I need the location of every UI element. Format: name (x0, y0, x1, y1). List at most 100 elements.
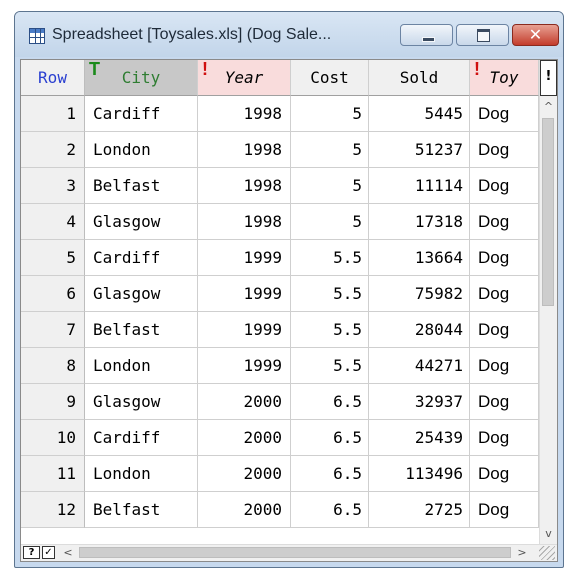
table-row[interactable]: 11 London 2000 6.5 113496 Dog (21, 456, 539, 492)
cell-year[interactable]: 1999 (198, 276, 291, 312)
cell-sold[interactable]: 113496 (369, 456, 470, 492)
cell-city[interactable]: Glasgow (85, 276, 198, 312)
cell-sold[interactable]: 75982 (369, 276, 470, 312)
cell-city[interactable]: London (85, 132, 198, 168)
row-number[interactable]: 2 (21, 132, 85, 168)
cell-year[interactable]: 1998 (198, 96, 291, 132)
table-row[interactable]: 6 Glasgow 1999 5.5 75982 Dog (21, 276, 539, 312)
cell-year[interactable]: 1999 (198, 348, 291, 384)
cell-toy[interactable]: Dog (470, 240, 539, 276)
cell-toy[interactable]: Dog (470, 312, 539, 348)
cell-cost[interactable]: 5.5 (291, 276, 369, 312)
cell-year[interactable]: 2000 (198, 456, 291, 492)
row-number[interactable]: 8 (21, 348, 85, 384)
cell-toy[interactable]: Dog (470, 492, 539, 528)
row-number[interactable]: 5 (21, 240, 85, 276)
cell-year[interactable]: 2000 (198, 384, 291, 420)
scroll-left-icon[interactable]: < (61, 545, 75, 560)
cell-year[interactable]: 1998 (198, 132, 291, 168)
column-header-cost[interactable]: Cost (291, 60, 369, 96)
cell-toy[interactable]: Dog (470, 168, 539, 204)
cell-city[interactable]: Cardiff (85, 420, 198, 456)
table-row[interactable]: 7 Belfast 1999 5.5 28044 Dog (21, 312, 539, 348)
table-row[interactable]: 10 Cardiff 2000 6.5 25439 Dog (21, 420, 539, 456)
cell-toy[interactable]: Dog (470, 204, 539, 240)
cell-year[interactable]: 1998 (198, 204, 291, 240)
row-number[interactable]: 10 (21, 420, 85, 456)
cell-toy[interactable]: Dog (470, 276, 539, 312)
cell-toy[interactable]: Dog (470, 384, 539, 420)
cell-city[interactable]: Cardiff (85, 240, 198, 276)
table-row[interactable]: 9 Glasgow 2000 6.5 32937 Dog (21, 384, 539, 420)
vertical-scrollbar[interactable]: ! ^ v (539, 60, 557, 544)
table-row[interactable]: 12 Belfast 2000 6.5 2725 Dog (21, 492, 539, 528)
table-row[interactable]: 3 Belfast 1998 5 11114 Dog (21, 168, 539, 204)
row-number[interactable]: 12 (21, 492, 85, 528)
cell-toy[interactable]: Dog (470, 420, 539, 456)
cell-year[interactable]: 1998 (198, 168, 291, 204)
table-row[interactable]: 4 Glasgow 1998 5 17318 Dog (21, 204, 539, 240)
row-number[interactable]: 1 (21, 96, 85, 132)
column-header-city[interactable]: T City (85, 60, 198, 96)
scroll-up-icon[interactable]: ^ (540, 98, 557, 115)
row-number[interactable]: 11 (21, 456, 85, 492)
cell-cost[interactable]: 5.5 (291, 348, 369, 384)
table-row[interactable]: 2 London 1998 5 51237 Dog (21, 132, 539, 168)
cell-city[interactable]: Cardiff (85, 96, 198, 132)
row-number[interactable]: 7 (21, 312, 85, 348)
cell-year[interactable]: 1999 (198, 240, 291, 276)
resize-grip-icon[interactable] (539, 546, 555, 560)
scroll-down-icon[interactable]: v (540, 525, 557, 542)
cell-sold[interactable]: 2725 (369, 492, 470, 528)
cell-city[interactable]: Belfast (85, 312, 198, 348)
column-lock-button[interactable]: ! (540, 60, 557, 96)
title-bar[interactable]: Spreadsheet [Toysales.xls] (Dog Sale... … (15, 12, 563, 57)
scroll-right-icon[interactable]: > (515, 545, 529, 560)
cell-cost[interactable]: 5.5 (291, 312, 369, 348)
column-header-sold[interactable]: Sold (369, 60, 470, 96)
cell-cost[interactable]: 5 (291, 96, 369, 132)
maximize-button[interactable] (456, 24, 509, 46)
cell-sold[interactable]: 51237 (369, 132, 470, 168)
cell-cost[interactable]: 6.5 (291, 492, 369, 528)
cell-city[interactable]: Belfast (85, 492, 198, 528)
column-header-year[interactable]: ! Year (198, 60, 291, 96)
table-row[interactable]: 5 Cardiff 1999 5.5 13664 Dog (21, 240, 539, 276)
cell-sold[interactable]: 44271 (369, 348, 470, 384)
horizontal-scroll-thumb[interactable] (79, 547, 511, 558)
row-number[interactable]: 3 (21, 168, 85, 204)
close-button[interactable]: ✕ (512, 24, 559, 46)
cell-sold[interactable]: 11114 (369, 168, 470, 204)
cell-cost[interactable]: 5 (291, 132, 369, 168)
row-number[interactable]: 4 (21, 204, 85, 240)
row-column-header[interactable]: Row (21, 60, 85, 96)
cell-sold[interactable]: 17318 (369, 204, 470, 240)
cell-sold[interactable]: 25439 (369, 420, 470, 456)
cell-city[interactable]: Glasgow (85, 384, 198, 420)
cell-sold[interactable]: 13664 (369, 240, 470, 276)
cell-cost[interactable]: 6.5 (291, 384, 369, 420)
row-number[interactable]: 6 (21, 276, 85, 312)
minimize-button[interactable] (400, 24, 453, 46)
cell-toy[interactable]: Dog (470, 96, 539, 132)
row-number[interactable]: 9 (21, 384, 85, 420)
cell-year[interactable]: 2000 (198, 420, 291, 456)
cell-city[interactable]: Belfast (85, 168, 198, 204)
cell-year[interactable]: 2000 (198, 492, 291, 528)
cell-city[interactable]: Glasgow (85, 204, 198, 240)
cell-city[interactable]: London (85, 456, 198, 492)
cell-cost[interactable]: 6.5 (291, 420, 369, 456)
cell-sold[interactable]: 5445 (369, 96, 470, 132)
cell-cost[interactable]: 5 (291, 204, 369, 240)
cell-cost[interactable]: 5 (291, 168, 369, 204)
cell-toy[interactable]: Dog (470, 456, 539, 492)
checkbox-toggle[interactable]: ✓ (42, 546, 55, 559)
column-header-toy[interactable]: ! Toy (470, 60, 539, 96)
cell-toy[interactable]: Dog (470, 132, 539, 168)
help-button[interactable]: ? (23, 546, 40, 559)
cell-toy[interactable]: Dog (470, 348, 539, 384)
table-row[interactable]: 1 Cardiff 1998 5 5445 Dog (21, 96, 539, 132)
cell-sold[interactable]: 28044 (369, 312, 470, 348)
cell-cost[interactable]: 5.5 (291, 240, 369, 276)
cell-cost[interactable]: 6.5 (291, 456, 369, 492)
